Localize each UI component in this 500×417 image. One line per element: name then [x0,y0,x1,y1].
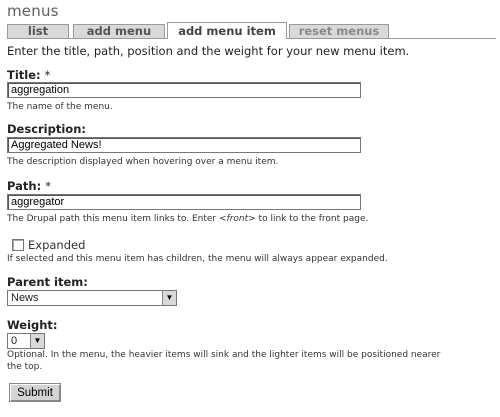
description-label: Description: [7,122,86,136]
expanded-description: If selected and this menu item has child… [7,254,388,264]
weight-description-line2: the top. [7,362,43,372]
parent-item-select[interactable]: News ▼ [7,290,177,306]
tab-list[interactable]: list [7,24,69,38]
title-description: The name of the menu. [7,102,113,112]
description-input[interactable] [7,137,361,153]
intro-text: Enter the title, path, position and the … [7,44,410,58]
parent-item-value: News [11,292,39,304]
path-description-after: to link to the front page. [255,214,369,224]
title-required-mark: * [44,68,51,82]
title-label-text: Title: [7,68,41,82]
submit-button[interactable]: Submit [9,383,61,402]
path-label-text: Path: [7,179,42,193]
tab-bar: list add menu add menu item reset menus [7,22,496,39]
tab-add-menu-item[interactable]: add menu item [167,22,287,39]
parent-item-label: Parent item: [7,275,88,289]
weight-select[interactable]: 0 ▼ [7,333,45,349]
path-required-mark: * [45,179,51,193]
weight-description-line1: Optional. In the menu, the heavier items… [7,350,441,360]
path-input[interactable] [7,194,361,210]
tab-reset-menus[interactable]: reset menus [289,24,389,38]
description-help: The description displayed when hovering … [7,157,279,167]
page-title: menus [7,2,59,20]
title-input[interactable] [7,82,361,98]
path-label: Path: * [7,179,51,193]
chevron-down-icon[interactable]: ▼ [30,334,44,348]
weight-value: 0 [11,335,18,347]
weight-label: Weight: [7,318,58,332]
title-label: Title: * [7,68,50,82]
path-description-front: <front> [218,214,256,224]
expanded-label[interactable]: Expanded [28,238,85,252]
tab-add-menu[interactable]: add menu [73,24,165,38]
path-description-before: The Drupal path this menu item links to.… [7,214,219,224]
chevron-down-icon[interactable]: ▼ [162,291,176,305]
expanded-checkbox[interactable] [12,239,24,251]
path-description: The Drupal path this menu item links to.… [7,214,368,224]
